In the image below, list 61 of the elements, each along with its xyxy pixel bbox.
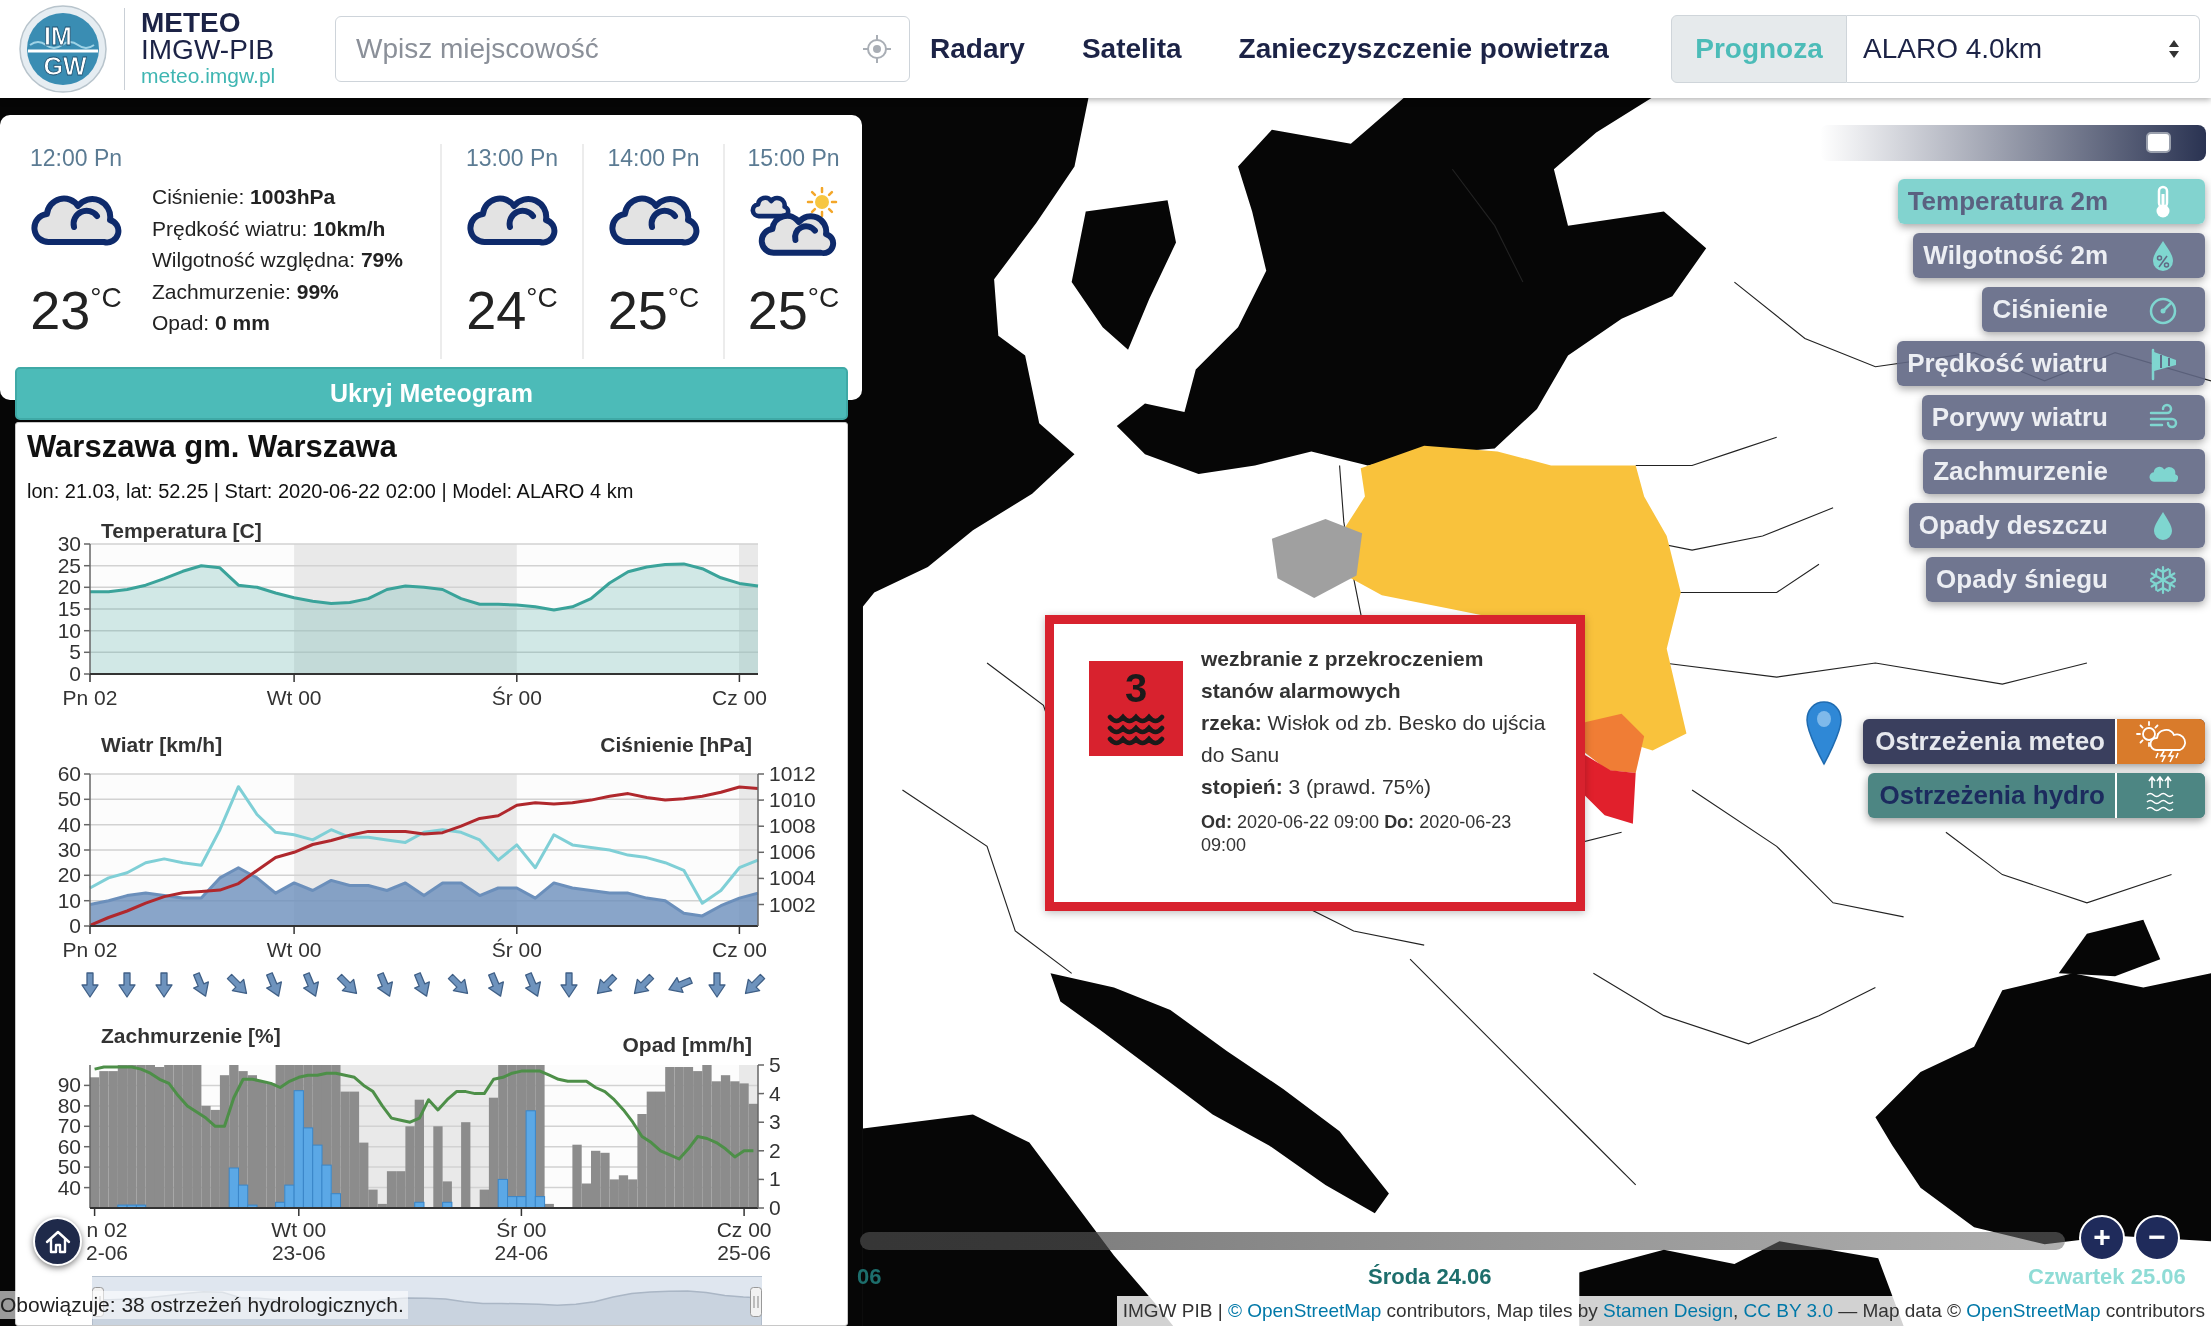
site-address: meteo.imgw.pl (141, 63, 277, 88)
axis-label: Pn 02 (62, 938, 118, 961)
axis-label: Pn 02 (62, 686, 118, 709)
axis-label: 30 (57, 532, 81, 555)
forecast-time: 13:00 Pn (464, 144, 560, 172)
forecast-info: lon: 21.03, lat: 52.25 | Start: 2020-06-22 02:00 | Model: ALARO 4 km (26, 479, 635, 504)
brand-title: METEO (141, 10, 242, 36)
axis-label: 1010 (769, 788, 816, 812)
axis-label: Wt 00 23-06 (271, 1218, 327, 1264)
axis-label: Cz 00 (711, 686, 767, 709)
axis-label: 5 (69, 640, 81, 664)
axis-label: 20 (57, 863, 81, 887)
axis-title: Opad [mm/h] (622, 1033, 752, 1056)
axis-title: Ciśnienie [hPa] (600, 733, 752, 756)
forecast-time: 14:00 Pn (606, 144, 701, 172)
axis-label: 15 (57, 597, 81, 620)
axis-label: n 02 2-06 (86, 1218, 128, 1264)
axis-label: 25 (57, 553, 81, 577)
location-title: Warszawa gm. Warszawa (26, 428, 398, 466)
axis-label: 40 (57, 812, 81, 836)
axis-label: 2 (769, 1138, 781, 1162)
warning-count-text: Obowiązuje: 38 ostrzeżeń hydrologicznych. (0, 1291, 408, 1319)
forecast-detail: Zachmurzenie: 99% (152, 278, 340, 305)
axis-label: 1012 (769, 762, 816, 785)
axis-label: 0 (69, 914, 81, 937)
axis-label: 10 (57, 618, 81, 642)
warning-detail: stopień: 3 (prawd. 75%) (1201, 774, 1432, 800)
forecast-time: 15:00 Pn (746, 144, 841, 172)
axis-title: Temperatura [C] (101, 519, 262, 542)
axis-label: Wt 00 (266, 686, 322, 709)
axis-label: 30 (57, 838, 81, 861)
axis-label: Cz 00 25-06 (716, 1218, 772, 1264)
axis-label: 1 (769, 1167, 781, 1191)
warning-level: 3 (1124, 667, 1148, 709)
axis-label: 0 (769, 1196, 781, 1219)
forecast-detail: Prędkość wiatru: 10km/h (152, 215, 387, 242)
warning-period: Od: 2020-06-22 09:00 Do: 2020-06-23 09:00 (1201, 811, 1513, 857)
forecast-detail: Opad: 0 mm (152, 310, 271, 336)
brand-subtitle: IMGW-PIB (141, 36, 276, 63)
axis-label: Śr 00 24-06 (494, 1218, 549, 1264)
forecast-detail: Wilgotność względna: 79% (152, 247, 403, 273)
axis-label: Śr 00 (491, 938, 542, 961)
axis-label: 20 (57, 575, 81, 599)
axis-label: Śr 00 (491, 686, 542, 709)
forecast-detail: Ciśnienie: 1003hPa (152, 184, 337, 210)
axis-label: Cz 00 (711, 938, 767, 961)
axis-title: Zachmurzenie [%] (101, 1024, 281, 1047)
axis-label: 1002 (769, 892, 816, 916)
axis-label: 0 (69, 662, 81, 685)
forecast-time: 12:00 Pn (28, 144, 124, 172)
axis-title: Wiatr [km/h] (101, 733, 223, 756)
axis-label: 1008 (769, 814, 816, 838)
axis-label: 60 (57, 762, 81, 785)
axis-label: 1006 (769, 840, 816, 864)
axis-label: 3 (769, 1110, 781, 1134)
axis-label: 5 (769, 1053, 781, 1076)
axis-label: 50 (57, 787, 81, 811)
axis-label: Wt 00 (266, 938, 322, 961)
axis-label: 4 (769, 1081, 781, 1105)
axis-label: 1004 (769, 866, 816, 890)
axis-label: 10 (57, 888, 81, 912)
